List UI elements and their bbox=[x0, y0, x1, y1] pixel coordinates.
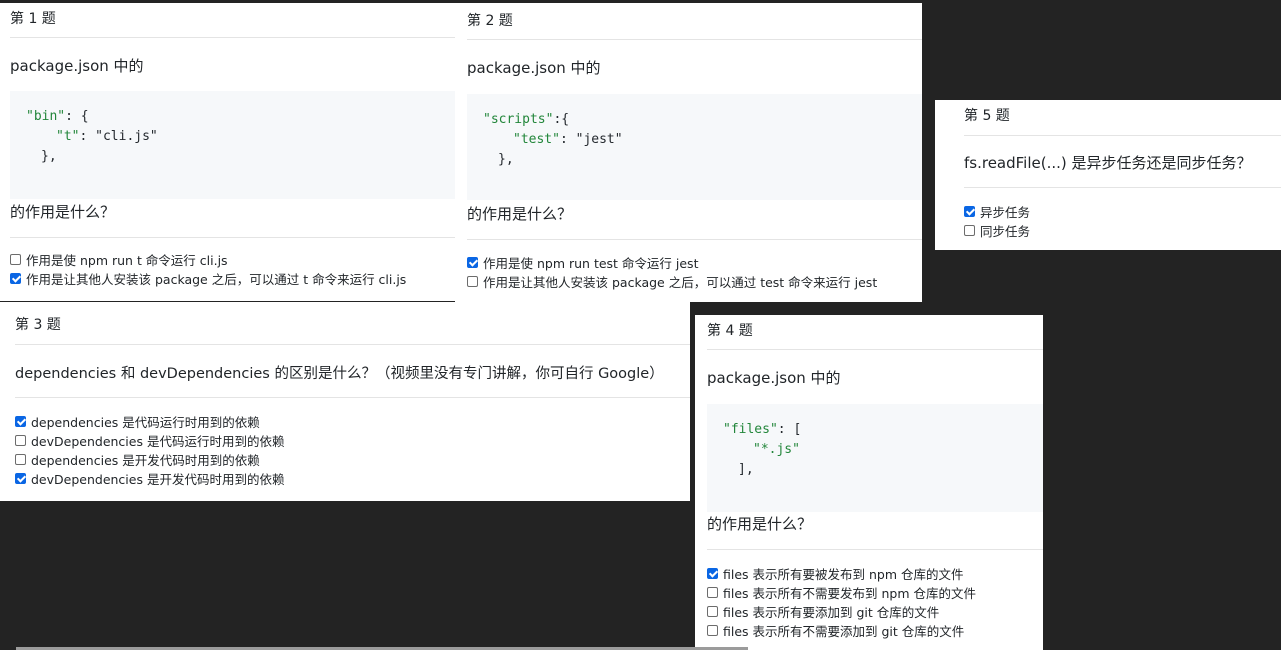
question-title: 第 2 题 bbox=[467, 13, 513, 29]
checkbox[interactable] bbox=[15, 435, 26, 446]
question-card-4: 第 4 题 package.json 中的 "files": [ "*.js"],… bbox=[695, 315, 1043, 650]
question-suffix: 的作用是什么？ bbox=[467, 205, 573, 223]
checkbox[interactable] bbox=[707, 606, 718, 617]
divider bbox=[707, 549, 1043, 550]
checkbox[interactable] bbox=[707, 587, 718, 598]
code-block: "bin": { "t": "cli.js"}, bbox=[10, 91, 455, 199]
answer-label: 异步任务 bbox=[980, 205, 1031, 220]
answer-option[interactable]: 作用是使 npm run test 命令运行 jest bbox=[467, 253, 698, 272]
answer-option[interactable]: 作用是让其他人安装该 package 之后，可以通过 t 命令来运行 cli.j… bbox=[10, 269, 406, 288]
divider bbox=[707, 349, 1043, 350]
question-prompt: package.json 中的 bbox=[467, 59, 601, 77]
question-suffix: 的作用是什么？ bbox=[707, 515, 813, 533]
question-prompt: package.json 中的 bbox=[707, 369, 841, 387]
checkbox[interactable] bbox=[15, 454, 26, 465]
answer-option[interactable]: files 表示所有要被发布到 npm 仓库的文件 bbox=[707, 564, 964, 583]
question-card-3: 第 3 题 dependencies 和 devDependencies 的区别… bbox=[0, 302, 690, 501]
code-line: }, bbox=[41, 149, 57, 164]
answer-label: devDependencies 是开发代码时用到的依赖 bbox=[31, 472, 285, 487]
answer-label: dependencies 是开发代码时用到的依赖 bbox=[31, 453, 260, 468]
question-title: 第 3 题 bbox=[15, 317, 61, 333]
checkbox[interactable] bbox=[964, 225, 975, 236]
checkbox-checked[interactable] bbox=[707, 568, 718, 579]
code-line: "scripts":{ bbox=[483, 112, 570, 127]
code-block: "scripts":{ "test": "jest"}, bbox=[467, 94, 922, 200]
checkbox-checked[interactable] bbox=[467, 257, 478, 268]
code-block: "files": [ "*.js"], bbox=[707, 404, 1043, 512]
question-title: 第 4 题 bbox=[707, 323, 753, 339]
divider bbox=[10, 37, 455, 38]
question-prompt: package.json 中的 bbox=[10, 57, 144, 75]
answer-option[interactable]: dependencies 是代码运行时用到的依赖 bbox=[15, 412, 260, 431]
answer-label: 作用是使 npm run t 命令运行 cli.js bbox=[26, 253, 228, 268]
divider bbox=[15, 344, 690, 345]
answer-option[interactable]: 作用是使 npm run t 命令运行 cli.js bbox=[10, 250, 228, 269]
answer-label: files 表示所有要添加到 git 仓库的文件 bbox=[723, 605, 940, 620]
checkbox[interactable] bbox=[467, 276, 478, 287]
answer-label: 作用是让其他人安装该 package 之后，可以通过 t 命令来运行 cli.j… bbox=[26, 272, 407, 287]
checkbox-checked[interactable] bbox=[15, 416, 26, 427]
question-prompt: dependencies 和 devDependencies 的区别是什么？（视… bbox=[15, 366, 664, 382]
code-line: ], bbox=[738, 462, 754, 477]
checkbox-checked[interactable] bbox=[10, 273, 21, 284]
answer-option[interactable]: files 表示所有不需要添加到 git 仓库的文件 bbox=[707, 621, 964, 640]
code-line: "bin": { bbox=[26, 109, 89, 124]
answer-option[interactable]: devDependencies 是代码运行时用到的依赖 bbox=[15, 431, 284, 450]
question-suffix: 的作用是什么？ bbox=[10, 203, 116, 221]
question-card-2: 第 2 题 package.json 中的 "scripts":{ "test":… bbox=[455, 3, 922, 302]
checkbox-checked[interactable] bbox=[964, 206, 975, 217]
divider bbox=[964, 187, 1281, 188]
answer-label: files 表示所有不需要添加到 git 仓库的文件 bbox=[723, 624, 965, 639]
answer-option[interactable]: dependencies 是开发代码时用到的依赖 bbox=[15, 450, 260, 469]
checkbox[interactable] bbox=[10, 254, 21, 265]
checkbox[interactable] bbox=[707, 625, 718, 636]
answer-label: files 表示所有不需要发布到 npm 仓库的文件 bbox=[723, 586, 977, 601]
answer-label: 同步任务 bbox=[980, 224, 1031, 239]
question-card-1: 第 1 题 package.json 中的 "bin": { "t": "cli.… bbox=[0, 3, 455, 301]
code-line: "*.js" bbox=[753, 442, 800, 457]
answer-label: dependencies 是代码运行时用到的依赖 bbox=[31, 415, 260, 430]
question-card-5: 第 5 题 fs.readFile(...) 是异步任务还是同步任务？ 异步任务… bbox=[935, 100, 1281, 250]
checkbox-checked[interactable] bbox=[15, 473, 26, 484]
divider bbox=[467, 239, 922, 240]
answer-option[interactable]: 同步任务 bbox=[964, 221, 1030, 240]
answer-label: 作用是让其他人安装该 package 之后，可以通过 test 命令来运行 je… bbox=[483, 275, 878, 290]
divider bbox=[15, 397, 690, 398]
divider bbox=[964, 135, 1281, 136]
code-line: "test": "jest" bbox=[513, 132, 623, 147]
code-line: "t": "cli.js" bbox=[56, 129, 158, 144]
answer-option[interactable]: 异步任务 bbox=[964, 202, 1030, 221]
answer-label: 作用是使 npm run test 命令运行 jest bbox=[483, 256, 699, 271]
code-line: }, bbox=[498, 152, 514, 167]
question-prompt: fs.readFile(...) 是异步任务还是同步任务？ bbox=[964, 154, 1252, 172]
divider bbox=[10, 237, 455, 238]
question-title: 第 5 题 bbox=[964, 108, 1010, 124]
code-line: "files": [ bbox=[723, 422, 802, 437]
question-title: 第 1 题 bbox=[10, 11, 56, 27]
answer-option[interactable]: files 表示所有不需要发布到 npm 仓库的文件 bbox=[707, 583, 976, 602]
divider bbox=[467, 39, 922, 40]
answer-label: devDependencies 是代码运行时用到的依赖 bbox=[31, 434, 285, 449]
answer-option[interactable]: files 表示所有要添加到 git 仓库的文件 bbox=[707, 602, 939, 621]
answer-label: files 表示所有要被发布到 npm 仓库的文件 bbox=[723, 567, 964, 582]
answer-option[interactable]: 作用是让其他人安装该 package 之后，可以通过 test 命令来运行 je… bbox=[467, 272, 877, 291]
answer-option[interactable]: devDependencies 是开发代码时用到的依赖 bbox=[15, 469, 284, 488]
